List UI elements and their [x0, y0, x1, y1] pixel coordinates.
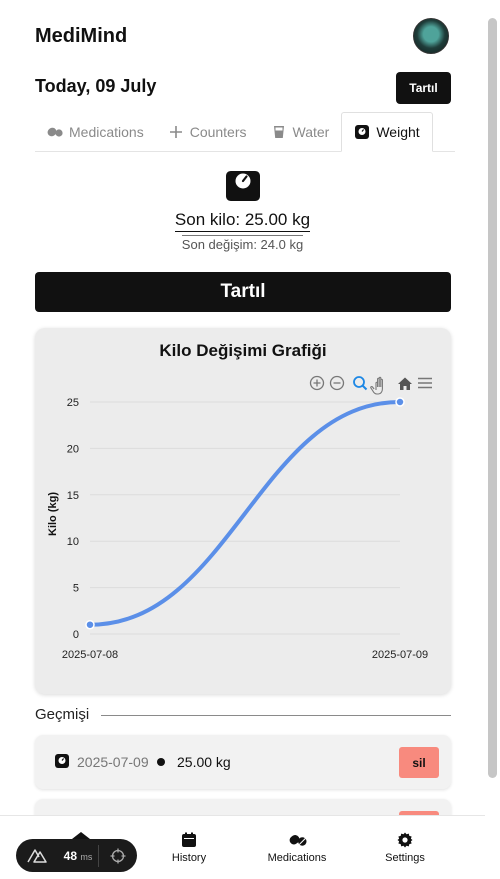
scale-icon	[224, 167, 262, 203]
data-point[interactable]	[395, 397, 405, 407]
framework-logo-icon	[16, 839, 58, 872]
weight-chart-card: Kilo Değişimi Grafiği 0 5 10 15 20 25 2025-0	[35, 328, 451, 694]
tab-water-label: Water	[292, 124, 330, 140]
last-change-text: Son değişim: 24.0 kg	[181, 235, 304, 252]
calendar-icon	[181, 832, 197, 848]
nav-history[interactable]: History	[139, 832, 239, 864]
nav-medications-label: Medications	[267, 852, 327, 864]
tab-bar: Medications Counters Water Weight	[35, 112, 455, 152]
glass-icon	[271, 124, 287, 140]
weight-chart[interactable]: Kilo Değişimi Grafiği 0510152025 2025-07…	[35, 328, 451, 694]
render-time: 48 ms	[58, 849, 98, 863]
weigh-header-button[interactable]: Tartıl	[396, 72, 451, 104]
tab-water[interactable]: Water	[259, 112, 342, 152]
pan-hand-icon[interactable]	[370, 376, 383, 395]
avatar[interactable]	[413, 18, 449, 54]
gear-icon	[397, 832, 413, 848]
last-weight-text: Son kilo: 25.00 kg	[174, 210, 311, 232]
tab-medications-label: Medications	[69, 124, 144, 140]
zoom-out-icon[interactable]	[329, 375, 345, 391]
nav-settings-label: Settings	[385, 852, 425, 864]
nav-settings[interactable]: Settings	[355, 832, 455, 864]
chart-y-ticks: 0 5 10 15 20 25	[67, 397, 79, 641]
weigh-button[interactable]: Tartıl	[35, 272, 451, 312]
crosshair-icon[interactable]	[99, 839, 137, 872]
x-tick-label: 2025-07-09	[372, 649, 428, 661]
nav-medications[interactable]: Medications	[247, 832, 347, 864]
chart-series	[85, 397, 405, 630]
tab-counters[interactable]: Counters	[156, 112, 259, 152]
render-time-value: 48	[63, 848, 77, 863]
y-tick-label: 0	[73, 629, 79, 641]
series-line	[88, 400, 402, 627]
chart-grid	[90, 401, 400, 635]
history-date: 2025-07-09	[77, 754, 149, 770]
delete-button[interactable]: sil	[399, 747, 439, 778]
scale-icon	[55, 754, 69, 768]
history-divider	[101, 715, 451, 716]
plus-icon	[168, 124, 184, 140]
render-time-unit: ms	[80, 851, 93, 862]
tab-weight-label: Weight	[376, 124, 420, 140]
chart-toolbar	[309, 375, 432, 395]
y-tick-label: 25	[67, 397, 79, 409]
menu-icon[interactable]	[418, 377, 432, 389]
dev-tools-pill[interactable]: 48 ms	[16, 839, 137, 872]
history-row: 2025-07-09 25.00 kg sil	[35, 735, 451, 789]
bullet-icon	[157, 758, 165, 766]
nav-history-label: History	[171, 852, 207, 864]
home-icon[interactable]	[398, 377, 412, 391]
y-tick-label: 20	[67, 443, 79, 455]
page-scrollbar[interactable]	[488, 18, 497, 778]
history-value: 25.00 kg	[177, 754, 231, 770]
tab-medications[interactable]: Medications	[35, 112, 156, 152]
pills-icon	[289, 832, 307, 848]
last-weight: Son kilo: 25.00 kg	[0, 210, 485, 232]
chart-x-ticks: 2025-07-08 2025-07-09	[62, 649, 428, 661]
page-date: Today, 09 July	[35, 76, 157, 96]
last-change: Son değişim: 24.0 kg	[0, 235, 485, 252]
scale-icon	[354, 124, 370, 140]
y-tick-label: 15	[67, 490, 79, 502]
zoom-select-icon[interactable]	[353, 376, 368, 391]
y-tick-label: 5	[73, 583, 79, 595]
chart-y-axis-label: Kilo (kg)	[47, 492, 59, 536]
y-tick-label: 10	[67, 536, 79, 548]
tab-weight[interactable]: Weight	[341, 112, 433, 152]
chart-title: Kilo Değişimi Grafiği	[159, 341, 326, 360]
data-point[interactable]	[85, 619, 95, 630]
zoom-in-icon[interactable]	[309, 375, 325, 391]
history-title: Geçmişi	[35, 706, 90, 723]
tab-counters-label: Counters	[189, 124, 247, 140]
app-title: MediMind	[35, 25, 128, 47]
x-tick-label: 2025-07-08	[62, 649, 118, 661]
pills-icon	[47, 124, 63, 140]
